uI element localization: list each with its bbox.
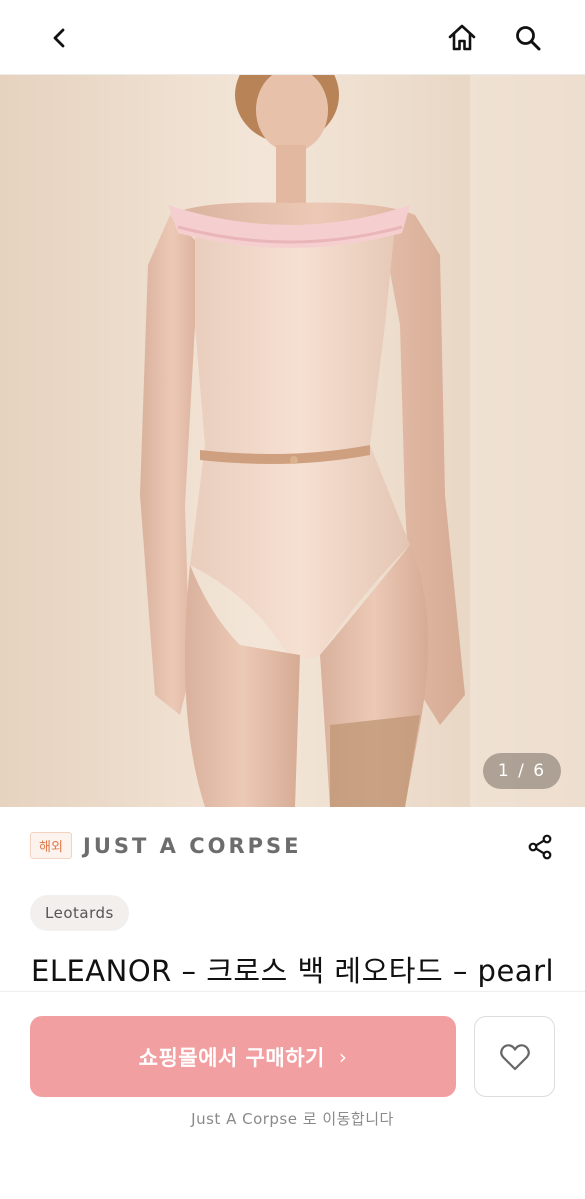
wishlist-button[interactable] [474, 1016, 555, 1097]
chevron-left-icon [53, 28, 65, 48]
chevron-right-icon: › [338, 1044, 348, 1069]
brand-row: 해외 JUST A CORPSE [0, 807, 585, 887]
search-button[interactable] [508, 18, 548, 58]
home-icon [448, 24, 476, 51]
buy-button-label: 쇼핑몰에서 구매하기 [138, 1045, 325, 1070]
redirect-note: Just A Corpse 로 이동합니다 [191, 1110, 394, 1128]
back-button[interactable] [40, 18, 80, 58]
buy-at-shop-button[interactable]: 쇼핑몰에서 구매하기 › [30, 1016, 456, 1097]
category-chip[interactable]: Leotards [30, 895, 129, 931]
overseas-badge: 해외 [30, 832, 72, 859]
heart-icon [499, 1043, 530, 1070]
search-icon [516, 26, 541, 51]
home-button[interactable] [442, 18, 482, 58]
divider [0, 991, 585, 992]
product-image-gallery[interactable]: 1 / 6 [0, 75, 585, 807]
product-title: ELEANOR – 크로스 백 레오타드 – pearl [31, 954, 555, 988]
image-counter: 1 / 6 [483, 753, 561, 789]
brand-name[interactable]: JUST A CORPSE [83, 834, 301, 858]
share-button[interactable] [522, 829, 558, 865]
share-icon [528, 834, 552, 860]
top-navigation-bar [0, 0, 585, 75]
product-photo [0, 75, 585, 807]
